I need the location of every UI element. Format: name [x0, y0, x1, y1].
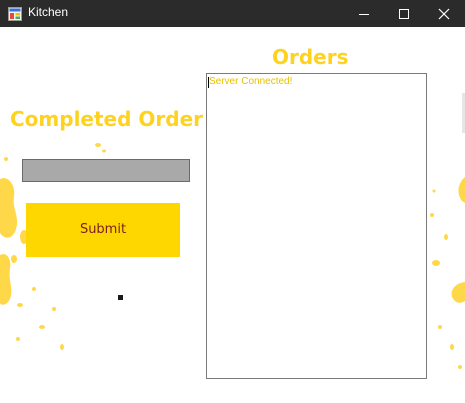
maximize-icon	[399, 9, 409, 19]
maximize-button[interactable]	[384, 0, 424, 27]
orders-list-item: Server Connected!	[209, 76, 293, 87]
completed-order-heading: Completed Order	[10, 107, 204, 131]
title-bar[interactable]: Kitchen	[0, 0, 465, 27]
minimize-icon	[359, 14, 369, 15]
close-icon	[438, 8, 450, 20]
window-app-icon	[8, 6, 22, 21]
submit-button[interactable]: Submit	[26, 203, 180, 257]
window-title: Kitchen	[28, 5, 69, 19]
close-button[interactable]	[424, 0, 464, 27]
orders-heading: Orders	[272, 45, 349, 69]
kitchen-window: Kitchen Completed Order Submit Orders Se…	[0, 0, 465, 403]
completed-order-input[interactable]	[22, 159, 190, 182]
client-area: Completed Order Submit Orders Server Con…	[0, 27, 465, 403]
orders-list[interactable]: Server Connected!	[206, 73, 427, 379]
minimize-button[interactable]	[344, 0, 384, 27]
